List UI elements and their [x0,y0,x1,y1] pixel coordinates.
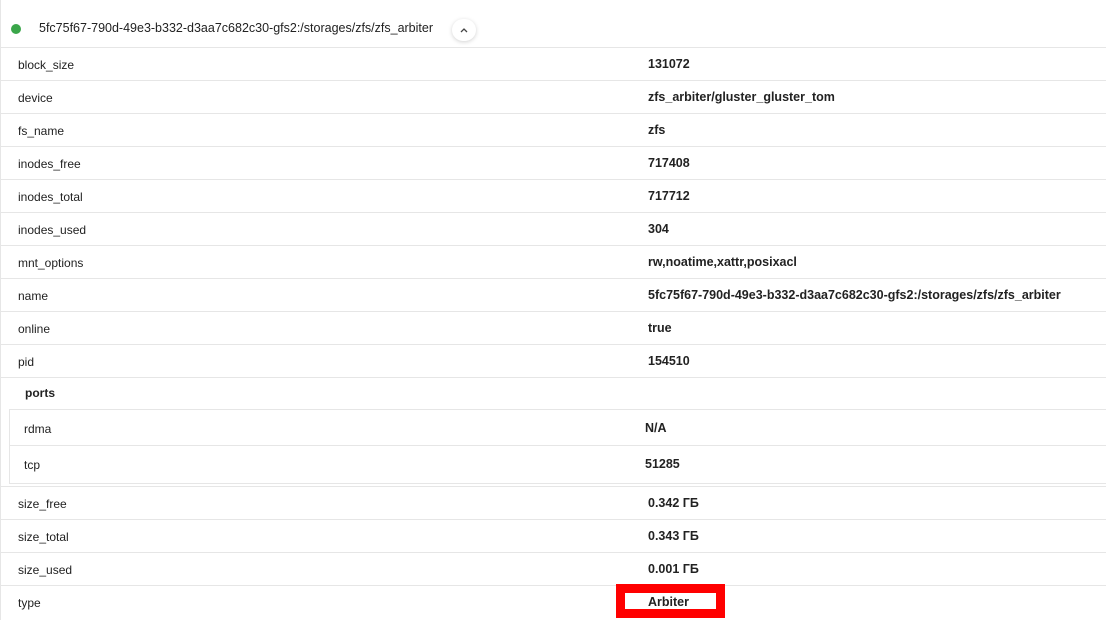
property-row-online: online true [1,312,1106,345]
property-row-type: type [1,586,1106,619]
property-row-size-used: size_used 0.001 ГБ [1,553,1106,586]
property-value: true [648,321,672,335]
port-row-rdma: rdma N/A [10,410,1106,446]
property-value: 131072 [648,57,690,71]
status-online-dot [11,24,21,34]
property-row-inodes-used: inodes_used 304 [1,213,1106,246]
ports-group-title: ports [25,386,55,400]
property-value: 154510 [648,354,690,368]
property-row-name: name 5fc75f67-790d-49e3-b332-d3aa7c682c3… [1,279,1106,312]
property-value: zfs [648,123,666,137]
property-value: 304 [648,222,669,236]
property-value: 0.342 ГБ [648,496,699,510]
property-key: inodes_total [18,190,83,204]
port-row-tcp: tcp 51285 [10,446,1106,482]
property-value: 0.001 ГБ [648,562,699,576]
property-value: N/A [645,421,667,435]
property-key: inodes_free [18,157,81,171]
property-key: type [18,596,41,610]
property-row-inodes-free: inodes_free 717408 [1,147,1106,180]
property-row-size-total: size_total 0.343 ГБ [1,520,1106,553]
property-key: device [18,91,53,105]
property-key: rdma [24,422,52,436]
property-row-device: device zfs_arbiter/gluster_gluster_tom [1,81,1106,114]
property-key: block_size [18,58,75,72]
property-value: zfs_arbiter/gluster_gluster_tom [648,90,835,104]
property-key: fs_name [18,124,65,138]
property-row-mnt-options: mnt_options rw,noatime,xattr,posixacl [1,246,1106,279]
property-key: size_used [18,563,73,577]
panel-title: 5fc75f67-790d-49e3-b332-d3aa7c682c30-gfs… [39,21,434,35]
collapse-button[interactable] [452,19,476,41]
property-key: pid [18,355,35,369]
property-key: inodes_used [18,223,87,237]
property-value-type: Arbiter [648,595,689,609]
property-key: tcp [24,458,41,472]
property-value: 51285 [645,457,680,471]
ports-group: rdma N/A tcp 51285 [9,409,1106,484]
panel-header: 5fc75f67-790d-49e3-b332-d3aa7c682c30-gfs… [1,0,1106,48]
property-value: 0.343 ГБ [648,529,699,543]
property-key: size_free [18,497,67,511]
property-row-size-free: size_free 0.342 ГБ [1,487,1106,520]
property-row-fs-name: fs_name zfs [1,114,1106,147]
property-key: size_total [18,530,69,544]
property-row-pid: pid 154510 [1,345,1106,378]
property-row-inodes-total: inodes_total 717712 [1,180,1106,213]
chevron-up-icon [460,28,468,33]
property-row-block-size: block_size 131072 [1,48,1106,81]
property-value: 717408 [648,156,690,170]
property-key: online [18,322,51,336]
property-key: mnt_options [18,256,84,270]
property-key: name [18,289,49,303]
property-value: 5fc75f67-790d-49e3-b332-d3aa7c682c30-gfs… [648,288,1061,302]
property-value: 717712 [648,189,690,203]
properties-panel: 5fc75f67-790d-49e3-b332-d3aa7c682c30-gfs… [0,0,1106,620]
property-value: rw,noatime,xattr,posixacl [648,255,797,269]
